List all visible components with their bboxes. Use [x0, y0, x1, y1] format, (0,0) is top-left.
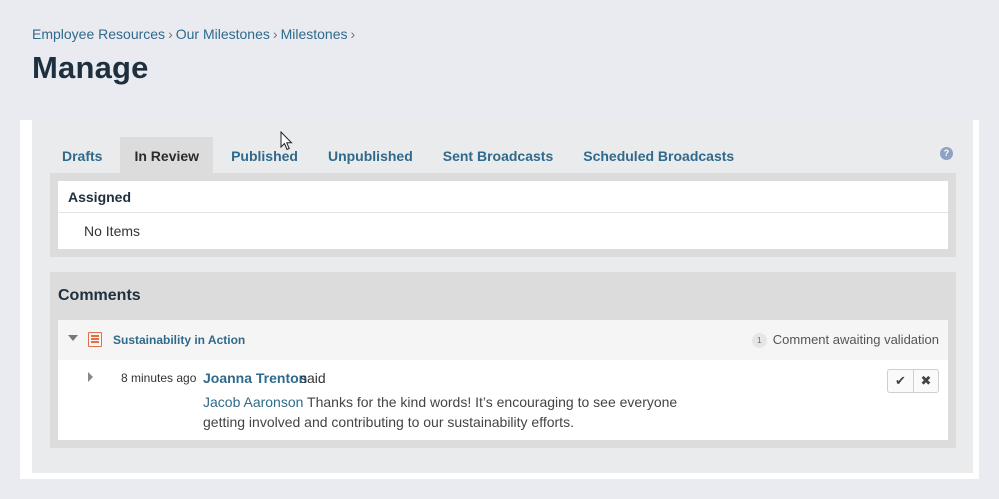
comments-heading: Comments — [58, 287, 141, 304]
comment-group-title-link[interactable]: Sustainability in Action — [113, 320, 245, 360]
breadcrumb: Employee Resources › Our Milestones › Milest… — [32, 26, 358, 42]
tab-scheduled-broadcasts[interactable]: Scheduled Broadcasts — [571, 137, 746, 175]
assigned-heading: Assigned — [58, 181, 948, 213]
approve-comment-button[interactable]: ✔ — [888, 370, 913, 392]
comment-mention-link[interactable]: Jacob Aaronson — [203, 394, 303, 410]
breadcrumb-separator: › — [350, 26, 356, 42]
manage-panel-inner: Drafts In Review Published Unpublished S… — [32, 120, 973, 473]
breadcrumb-our-milestones[interactable]: Our Milestones — [176, 26, 270, 42]
breadcrumb-separator: › — [272, 26, 278, 42]
comment-count-badge: 1 — [751, 333, 767, 349]
help-icon[interactable]: ? — [940, 147, 953, 160]
comment-timestamp: 8 minutes ago — [121, 371, 197, 385]
breadcrumb-milestones[interactable]: Milestones — [281, 26, 348, 42]
manage-panel: Drafts In Review Published Unpublished S… — [20, 120, 979, 479]
tab-bar: Drafts In Review Published Unpublished S… — [50, 137, 752, 175]
comment-author-link[interactable]: Joanna Trenton — [203, 370, 307, 386]
breadcrumb-employee-resources[interactable]: Employee Resources — [32, 26, 165, 42]
assigned-section: Assigned No Items — [50, 173, 956, 257]
comment-group: Sustainability in Action 1 Comment awaiti… — [58, 320, 948, 440]
mouse-pointer-icon — [280, 131, 293, 151]
page-title: Manage — [32, 50, 149, 85]
tab-drafts[interactable]: Drafts — [50, 137, 114, 175]
comments-section: Comments Sustainability in Action 1 Comme… — [50, 272, 956, 448]
assigned-empty-text: No Items — [84, 223, 141, 239]
tab-in-review[interactable]: In Review — [120, 137, 214, 175]
comment-said-text: said — [300, 370, 326, 386]
comment-status-text: Comment awaiting validation — [772, 332, 939, 347]
reject-comment-button[interactable]: ✖ — [913, 370, 938, 392]
comment-body: Jacob Aaronson Thanks for the kind words… — [203, 392, 703, 432]
tab-sent-broadcasts[interactable]: Sent Broadcasts — [431, 137, 565, 175]
comment-group-header: Sustainability in Action 1 Comment awaiti… — [58, 320, 948, 360]
breadcrumb-separator: › — [168, 26, 173, 42]
assigned-card: Assigned No Items — [58, 181, 948, 249]
tab-unpublished[interactable]: Unpublished — [316, 137, 425, 175]
tab-published[interactable]: Published — [219, 137, 310, 175]
comment-status: 1 Comment awaiting validation — [751, 320, 939, 360]
document-icon — [88, 332, 102, 347]
caret-down-icon[interactable] — [68, 335, 78, 341]
comment-item: 8 minutes ago Joanna Trenton said Jacob … — [58, 360, 948, 440]
comment-actions: ✔ ✖ — [887, 369, 939, 393]
caret-right-icon[interactable] — [88, 372, 93, 382]
